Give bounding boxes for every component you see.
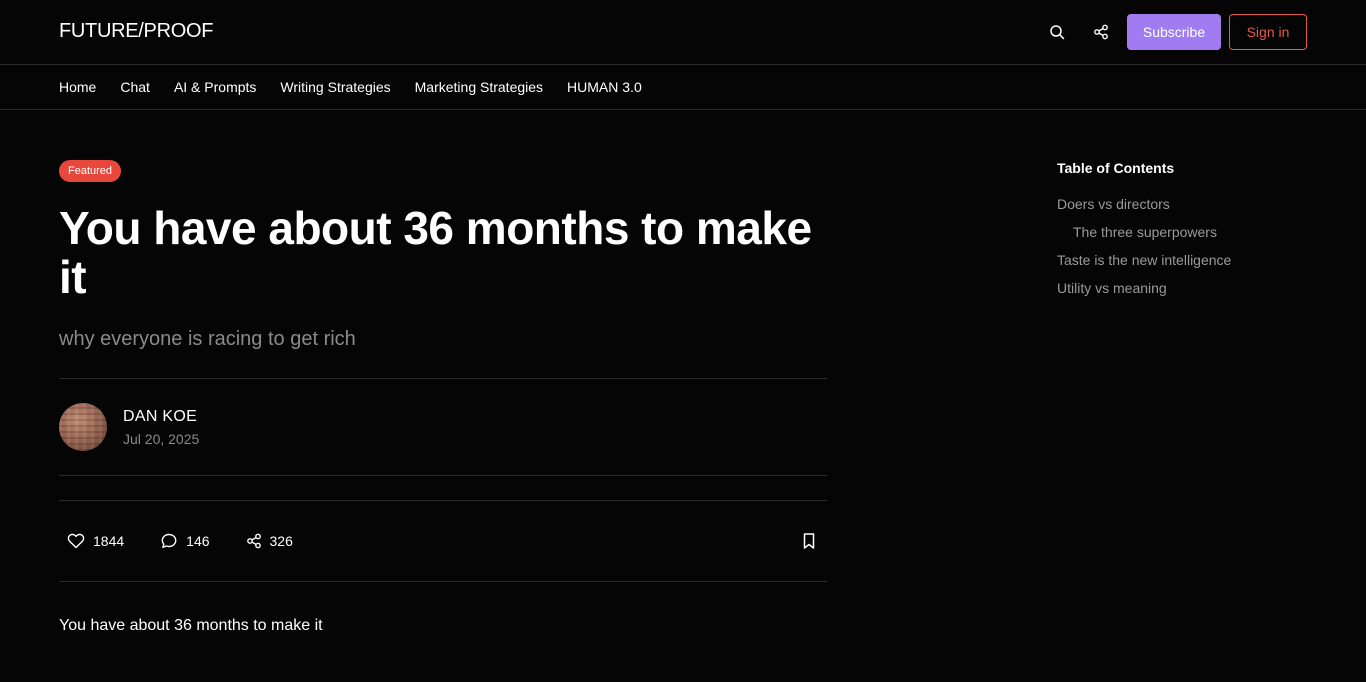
engagement-bar: 1844 146 326 (59, 528, 321, 554)
divider (59, 500, 827, 501)
toc-title: Table of Contents (1057, 160, 1175, 176)
share-icon (246, 533, 261, 549)
featured-badge: Featured (59, 160, 122, 182)
divider (59, 378, 827, 379)
site-header: FUTURE/PROOF Subscribe Sign in (0, 0, 1366, 65)
nav-item-chat[interactable]: Chat (120, 79, 150, 95)
author-name[interactable]: DAN KOE (123, 408, 197, 426)
subscribe-button[interactable]: Subscribe (1127, 14, 1221, 50)
comment-icon (161, 533, 177, 548)
nav-item-marketing-strategies[interactable]: Marketing Strategies (415, 79, 543, 95)
site-logo[interactable]: FUTURE/PROOF (59, 20, 213, 43)
toc-item-taste-new-intelligence[interactable]: Taste is the new intelligence (1057, 252, 1231, 268)
article-body-first-line: You have about 36 months to make it (59, 617, 323, 634)
main-nav: Home Chat AI & Prompts Writing Strategie… (0, 65, 1366, 110)
comment-count: 146 (186, 533, 210, 549)
nav-item-human-3[interactable]: HUMAN 3.0 (567, 79, 642, 95)
toc-item-three-superpowers[interactable]: The three superpowers (1073, 224, 1217, 240)
sign-in-button[interactable]: Sign in (1229, 14, 1307, 50)
toc-item-utility-vs-meaning[interactable]: Utility vs meaning (1057, 280, 1167, 296)
heart-icon (67, 533, 85, 549)
article-title: You have about 36 months to make it (59, 202, 812, 303)
comment-button[interactable]: 146 (152, 532, 210, 550)
like-count: 1844 (93, 533, 125, 549)
nav-item-writing-strategies[interactable]: Writing Strategies (280, 79, 390, 95)
share-icon[interactable] (1089, 20, 1113, 44)
like-button[interactable]: 1844 (59, 532, 124, 550)
nav-item-ai-prompts[interactable]: AI & Prompts (174, 79, 256, 95)
publish-date: Jul 20, 2025 (123, 431, 200, 447)
article-subtitle: why everyone is racing to get rich (59, 328, 356, 350)
toc-item-doers-vs-directors[interactable]: Doers vs directors (1057, 196, 1170, 212)
nav-item-home[interactable]: Home (59, 79, 96, 95)
bookmark-icon[interactable] (799, 531, 819, 556)
share-count: 326 (269, 533, 293, 549)
divider (59, 475, 827, 476)
author-avatar[interactable] (59, 403, 107, 451)
divider (59, 581, 827, 582)
search-icon[interactable] (1045, 20, 1069, 44)
share-button[interactable]: 326 (238, 533, 293, 549)
